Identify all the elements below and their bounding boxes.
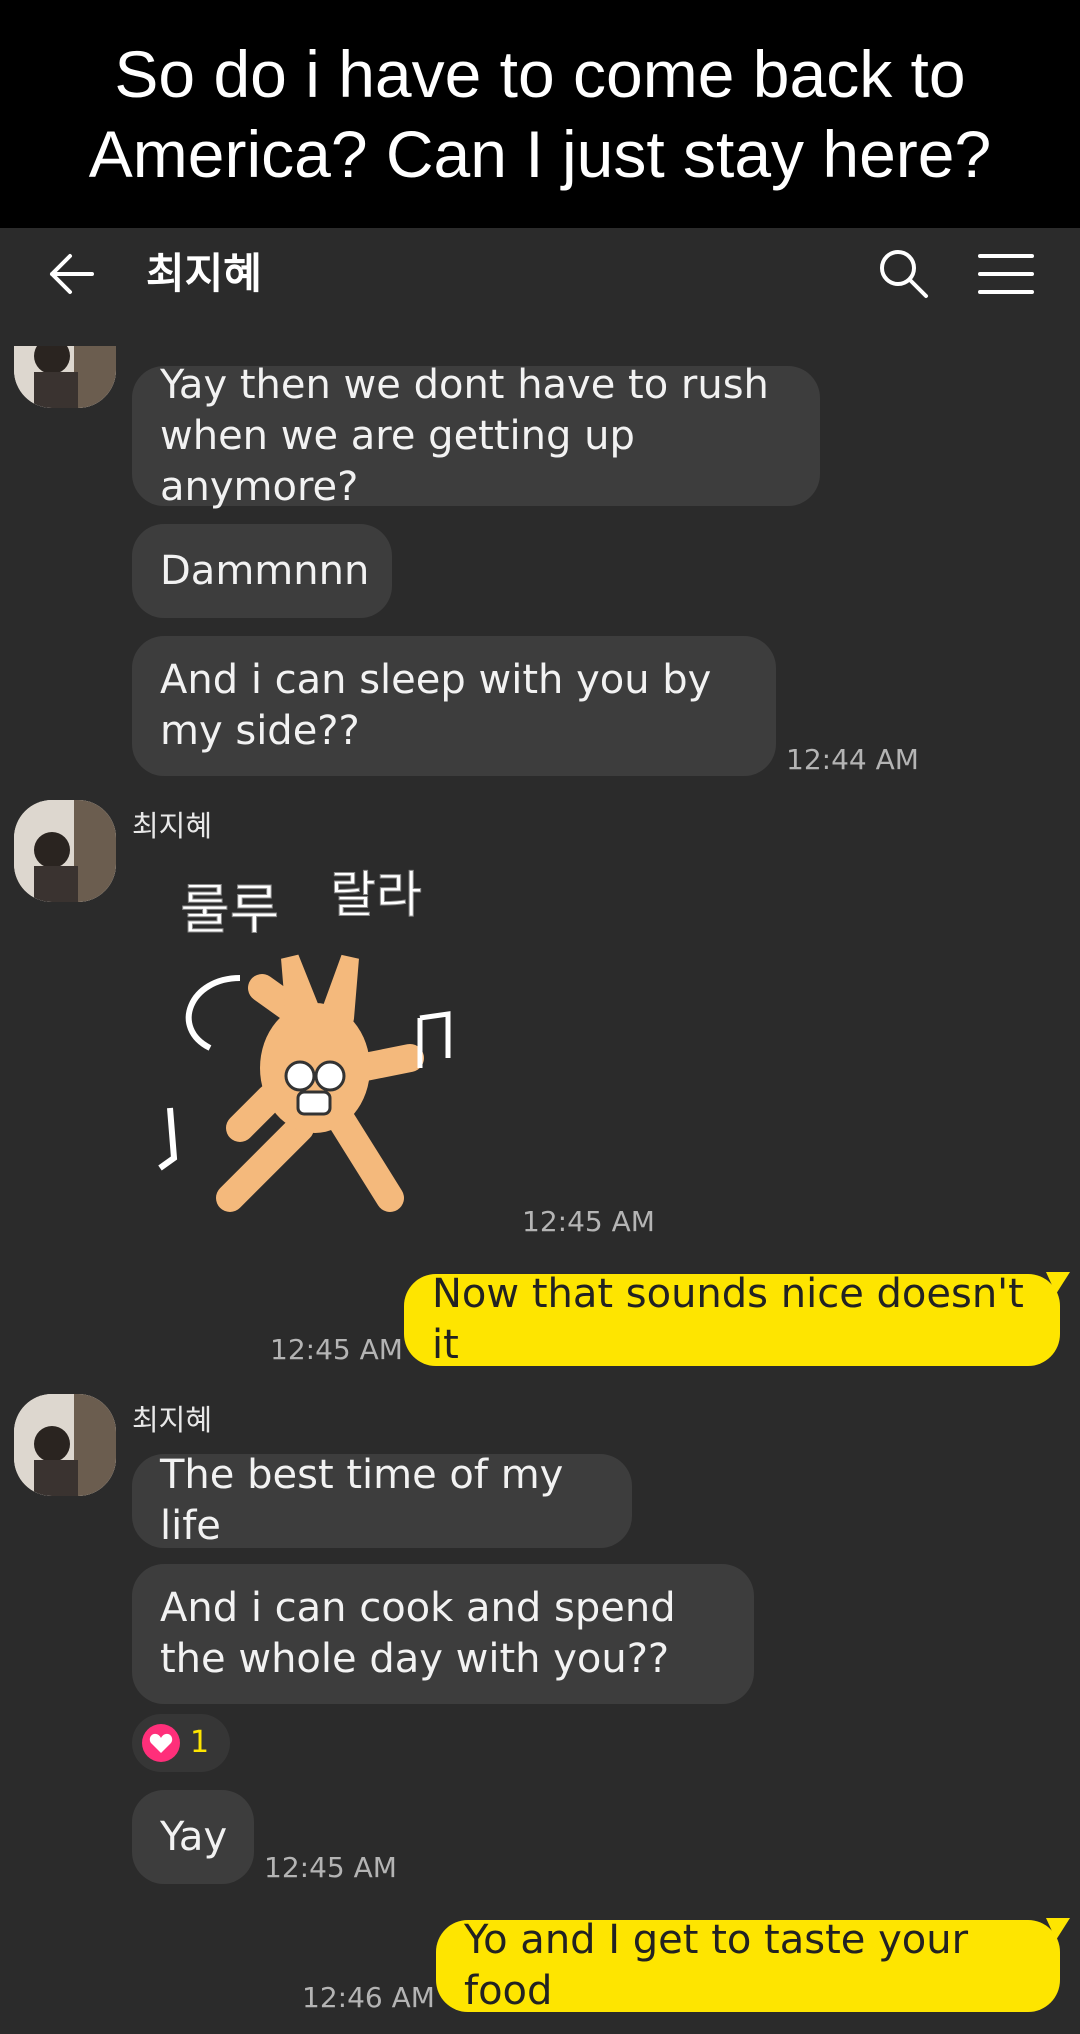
my-message-bubble[interactable]: Yo and I get to taste your food (436, 1917, 1060, 2014)
avatar[interactable] (14, 800, 116, 902)
timestamp: 12:44 AM (786, 743, 919, 776)
avatar[interactable] (14, 346, 116, 408)
bubble-tail (1046, 1272, 1070, 1294)
meme-caption: So do i have to come back to America? Ca… (0, 0, 1080, 228)
avatar-photo (14, 346, 116, 408)
back-arrow-icon[interactable] (44, 248, 100, 300)
timestamp: 12:45 AM (270, 1333, 403, 1366)
message-bubble[interactable]: The best time of my life (132, 1452, 632, 1549)
timestamp: 12:45 AM (522, 1205, 655, 1238)
message-bubble[interactable]: Yay (132, 1790, 254, 1884)
avatar-photo (14, 1394, 116, 1496)
message-text: Dammnnn (160, 547, 370, 594)
my-message-bubble[interactable]: Now that sounds nice doesn't it (404, 1271, 1060, 1368)
timestamp: 12:45 AM (264, 1851, 397, 1884)
caption-text: So do i have to come back to America? Ca… (88, 37, 992, 191)
message-bubble[interactable]: And i can cook and spend the whole day w… (132, 1564, 754, 1704)
timestamp: 12:46 AM (302, 1981, 435, 2014)
message-text: And i can sleep with you by my side?? (160, 657, 712, 754)
message-text: Yo and I get to taste your food (464, 1917, 969, 2014)
reaction-badge[interactable]: 1 (132, 1714, 230, 1772)
heart-icon (142, 1724, 180, 1762)
message-text: Now that sounds nice doesn't it (432, 1271, 1024, 1368)
chat-header: 최지혜 (0, 228, 1080, 320)
message-text: Yay then we dont have to rush when we ar… (160, 361, 769, 510)
sender-name: 최지혜 (132, 809, 213, 843)
menu-icon[interactable] (978, 250, 1034, 298)
chat-title: 최지혜 (146, 249, 262, 298)
sticker-image[interactable]: 룰루 랄라 (150, 868, 490, 1218)
message-bubble[interactable]: And i can sleep with you by my side?? (132, 636, 776, 776)
search-icon[interactable] (876, 246, 930, 300)
message-bubble[interactable]: Yay then we dont have to rush when we ar… (132, 362, 820, 510)
message-text: And i can cook and spend the whole day w… (160, 1585, 676, 1682)
bubble-tail (1046, 1918, 1070, 1940)
avatar[interactable] (14, 1394, 116, 1496)
message-bubble[interactable]: Dammnnn (132, 524, 392, 618)
message-text: The best time of my life (160, 1452, 564, 1549)
avatar-photo (14, 800, 116, 902)
reaction-count: 1 (190, 1725, 210, 1760)
sender-name: 최지혜 (132, 1403, 213, 1437)
message-text: Yay (160, 1813, 228, 1860)
sticker-text: 룰루 (180, 878, 279, 941)
sticker-text: 랄라 (330, 868, 422, 924)
